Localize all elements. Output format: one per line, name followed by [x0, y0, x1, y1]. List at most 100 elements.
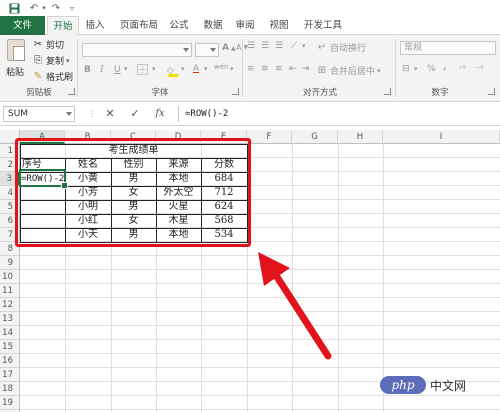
phonetic-guide-icon[interactable]: wén [214, 63, 228, 71]
paintbrush-icon: ✎ [33, 70, 43, 82]
merge-cells-icon: ⊞ [317, 64, 327, 76]
watermark-text: 中文网 [430, 378, 467, 393]
paste-button[interactable]: 粘贴 [6, 65, 24, 78]
currency-format-icon[interactable]: ⊟ [402, 64, 410, 74]
align-top-icon[interactable]: ☰ [247, 41, 255, 51]
formula-bar-grip-icon[interactable]: ⋮ [88, 109, 96, 118]
row-header-16[interactable]: 16 [0, 354, 20, 368]
column-header-h[interactable]: H [338, 130, 383, 144]
group-separator [242, 39, 243, 97]
row-header-17[interactable]: 17 [0, 368, 20, 382]
watermark: php 中文网 [380, 374, 496, 396]
font-launcher-icon[interactable] [232, 88, 239, 95]
tab-file[interactable]: 文件 [0, 16, 45, 35]
number-format-dropdown[interactable]: 常规 [400, 41, 496, 55]
decrease-indent-icon[interactable]: ⇤ [289, 64, 297, 74]
copy-button[interactable]: ⎘ 复制 ▾ [32, 54, 70, 68]
formula-input[interactable]: =ROW()-2 [178, 106, 496, 122]
title-bar: ↶ ▾ ↷ ▿ [0, 0, 500, 16]
align-middle-icon[interactable]: ☰ [261, 41, 269, 51]
tab-page-layout[interactable]: 页面布局 [113, 16, 165, 35]
column-header-i[interactable]: I [383, 130, 500, 144]
font-name-dropdown[interactable] [82, 43, 192, 57]
highlight-box [15, 138, 251, 247]
merge-center-button[interactable]: ⊞ 合并后居中 ▾ [316, 64, 381, 78]
orientation-icon[interactable]: ⟋ [291, 41, 297, 51]
row-header-9[interactable]: 9 [0, 256, 20, 270]
chevron-down-icon[interactable]: ▾ [40, 2, 48, 14]
chevron-down-icon[interactable]: ▾ [302, 42, 306, 50]
copy-label: 复制 [46, 57, 65, 67]
chevron-down-icon[interactable]: ▾ [204, 65, 208, 73]
tab-review[interactable]: 审阅 [231, 16, 259, 35]
tab-view[interactable]: 视图 [265, 16, 293, 35]
underline-button[interactable]: U [114, 65, 121, 75]
chevron-down-icon[interactable]: ▾ [230, 65, 234, 73]
active-cell-formula[interactable]: =ROW()-2 [21, 172, 64, 186]
number-launcher-icon[interactable] [488, 88, 495, 95]
increase-decimal-icon[interactable]: ⁺⁰ [458, 64, 465, 73]
enter-icon[interactable]: ✓ [128, 107, 142, 121]
format-painter-label: 格式刷 [46, 73, 74, 83]
row-header-12[interactable]: 12 [0, 298, 20, 312]
redo-icon[interactable]: ↷ [50, 2, 62, 14]
paste-icon[interactable] [7, 39, 25, 61]
font-size-dropdown[interactable] [195, 43, 219, 57]
customize-toolbar-icon[interactable]: ▿ [66, 2, 78, 14]
chevron-down-icon[interactable]: ▾ [152, 65, 156, 73]
align-right-icon[interactable]: ≡ [275, 64, 283, 74]
name-box[interactable]: SUM [3, 106, 75, 122]
row-header-14[interactable]: 14 [0, 326, 20, 340]
row-header-18[interactable]: 18 [0, 382, 20, 396]
row-header-11[interactable]: 11 [0, 284, 20, 298]
grid-line [20, 409, 500, 410]
chevron-down-icon: ▾ [377, 66, 381, 75]
align-bottom-icon[interactable]: ☰ [275, 41, 283, 51]
group-label-clipboard: 剪贴板 [26, 88, 52, 98]
cut-button[interactable]: ✂ 剪切 [32, 38, 65, 52]
ribbon-tabs: 文件 开始 插入 页面布局 公式 数据 审阅 视图 开发工具 [0, 16, 500, 36]
cut-label: 剪切 [46, 41, 65, 51]
comma-style-button[interactable]: , [443, 62, 446, 72]
insert-function-icon[interactable]: fx [153, 107, 167, 121]
row-header-10[interactable]: 10 [0, 270, 20, 284]
percent-style-button[interactable]: % [427, 64, 436, 74]
font-color-icon[interactable]: A [193, 64, 199, 74]
clipboard-launcher-icon[interactable] [68, 88, 75, 95]
align-left-icon[interactable]: ≡ [247, 64, 255, 74]
save-icon[interactable] [8, 2, 20, 14]
cancel-icon[interactable]: ✕ [103, 107, 117, 121]
increase-indent-icon[interactable]: ⇥ [302, 64, 310, 74]
row-header-13[interactable]: 13 [0, 312, 20, 326]
group-label-number: 数字 [431, 88, 449, 98]
tab-formulas[interactable]: 公式 [165, 16, 193, 35]
wrap-text-button[interactable]: ↵ 自动换行 [316, 41, 367, 55]
italic-button[interactable]: I [100, 65, 104, 75]
column-header-f[interactable]: F [247, 130, 292, 144]
grow-font-icon: A [222, 43, 229, 53]
column-header-g[interactable]: G [292, 130, 338, 144]
tab-developer[interactable]: 开发工具 [301, 16, 345, 35]
row-header-19[interactable]: 19 [0, 396, 20, 410]
chevron-down-icon[interactable]: ▾ [124, 65, 128, 73]
wrap-text-label: 自动换行 [330, 44, 367, 54]
align-center-icon[interactable]: ≡ [261, 64, 269, 74]
tab-home[interactable]: 开始 [47, 16, 79, 36]
row-header-15[interactable]: 15 [0, 340, 20, 354]
undo-icon[interactable]: ↶ [28, 2, 40, 14]
copy-icon: ⎘ [34, 54, 42, 66]
alignment-launcher-icon[interactable] [384, 88, 391, 95]
bold-button[interactable]: B [84, 65, 91, 75]
chevron-down-icon[interactable]: ▾ [181, 65, 185, 73]
formula-bar: SUM ⋮ ✕ ✓ fx =ROW()-2 [0, 102, 500, 126]
fill-color-icon[interactable]: ◇ [167, 64, 178, 77]
decrease-decimal-icon[interactable]: ⁻⁰ [476, 64, 483, 73]
pointer-arrow-icon [258, 252, 332, 360]
tab-insert[interactable]: 插入 [81, 16, 109, 35]
grow-font-button[interactable]: A ▲ [222, 43, 236, 53]
tab-data[interactable]: 数据 [199, 16, 227, 35]
merge-center-label: 合并后居中 [330, 67, 376, 77]
format-painter-button[interactable]: ✎ 格式刷 [32, 70, 74, 84]
chevron-down-icon[interactable]: ▾ [414, 65, 418, 73]
borders-icon[interactable] [137, 64, 148, 75]
